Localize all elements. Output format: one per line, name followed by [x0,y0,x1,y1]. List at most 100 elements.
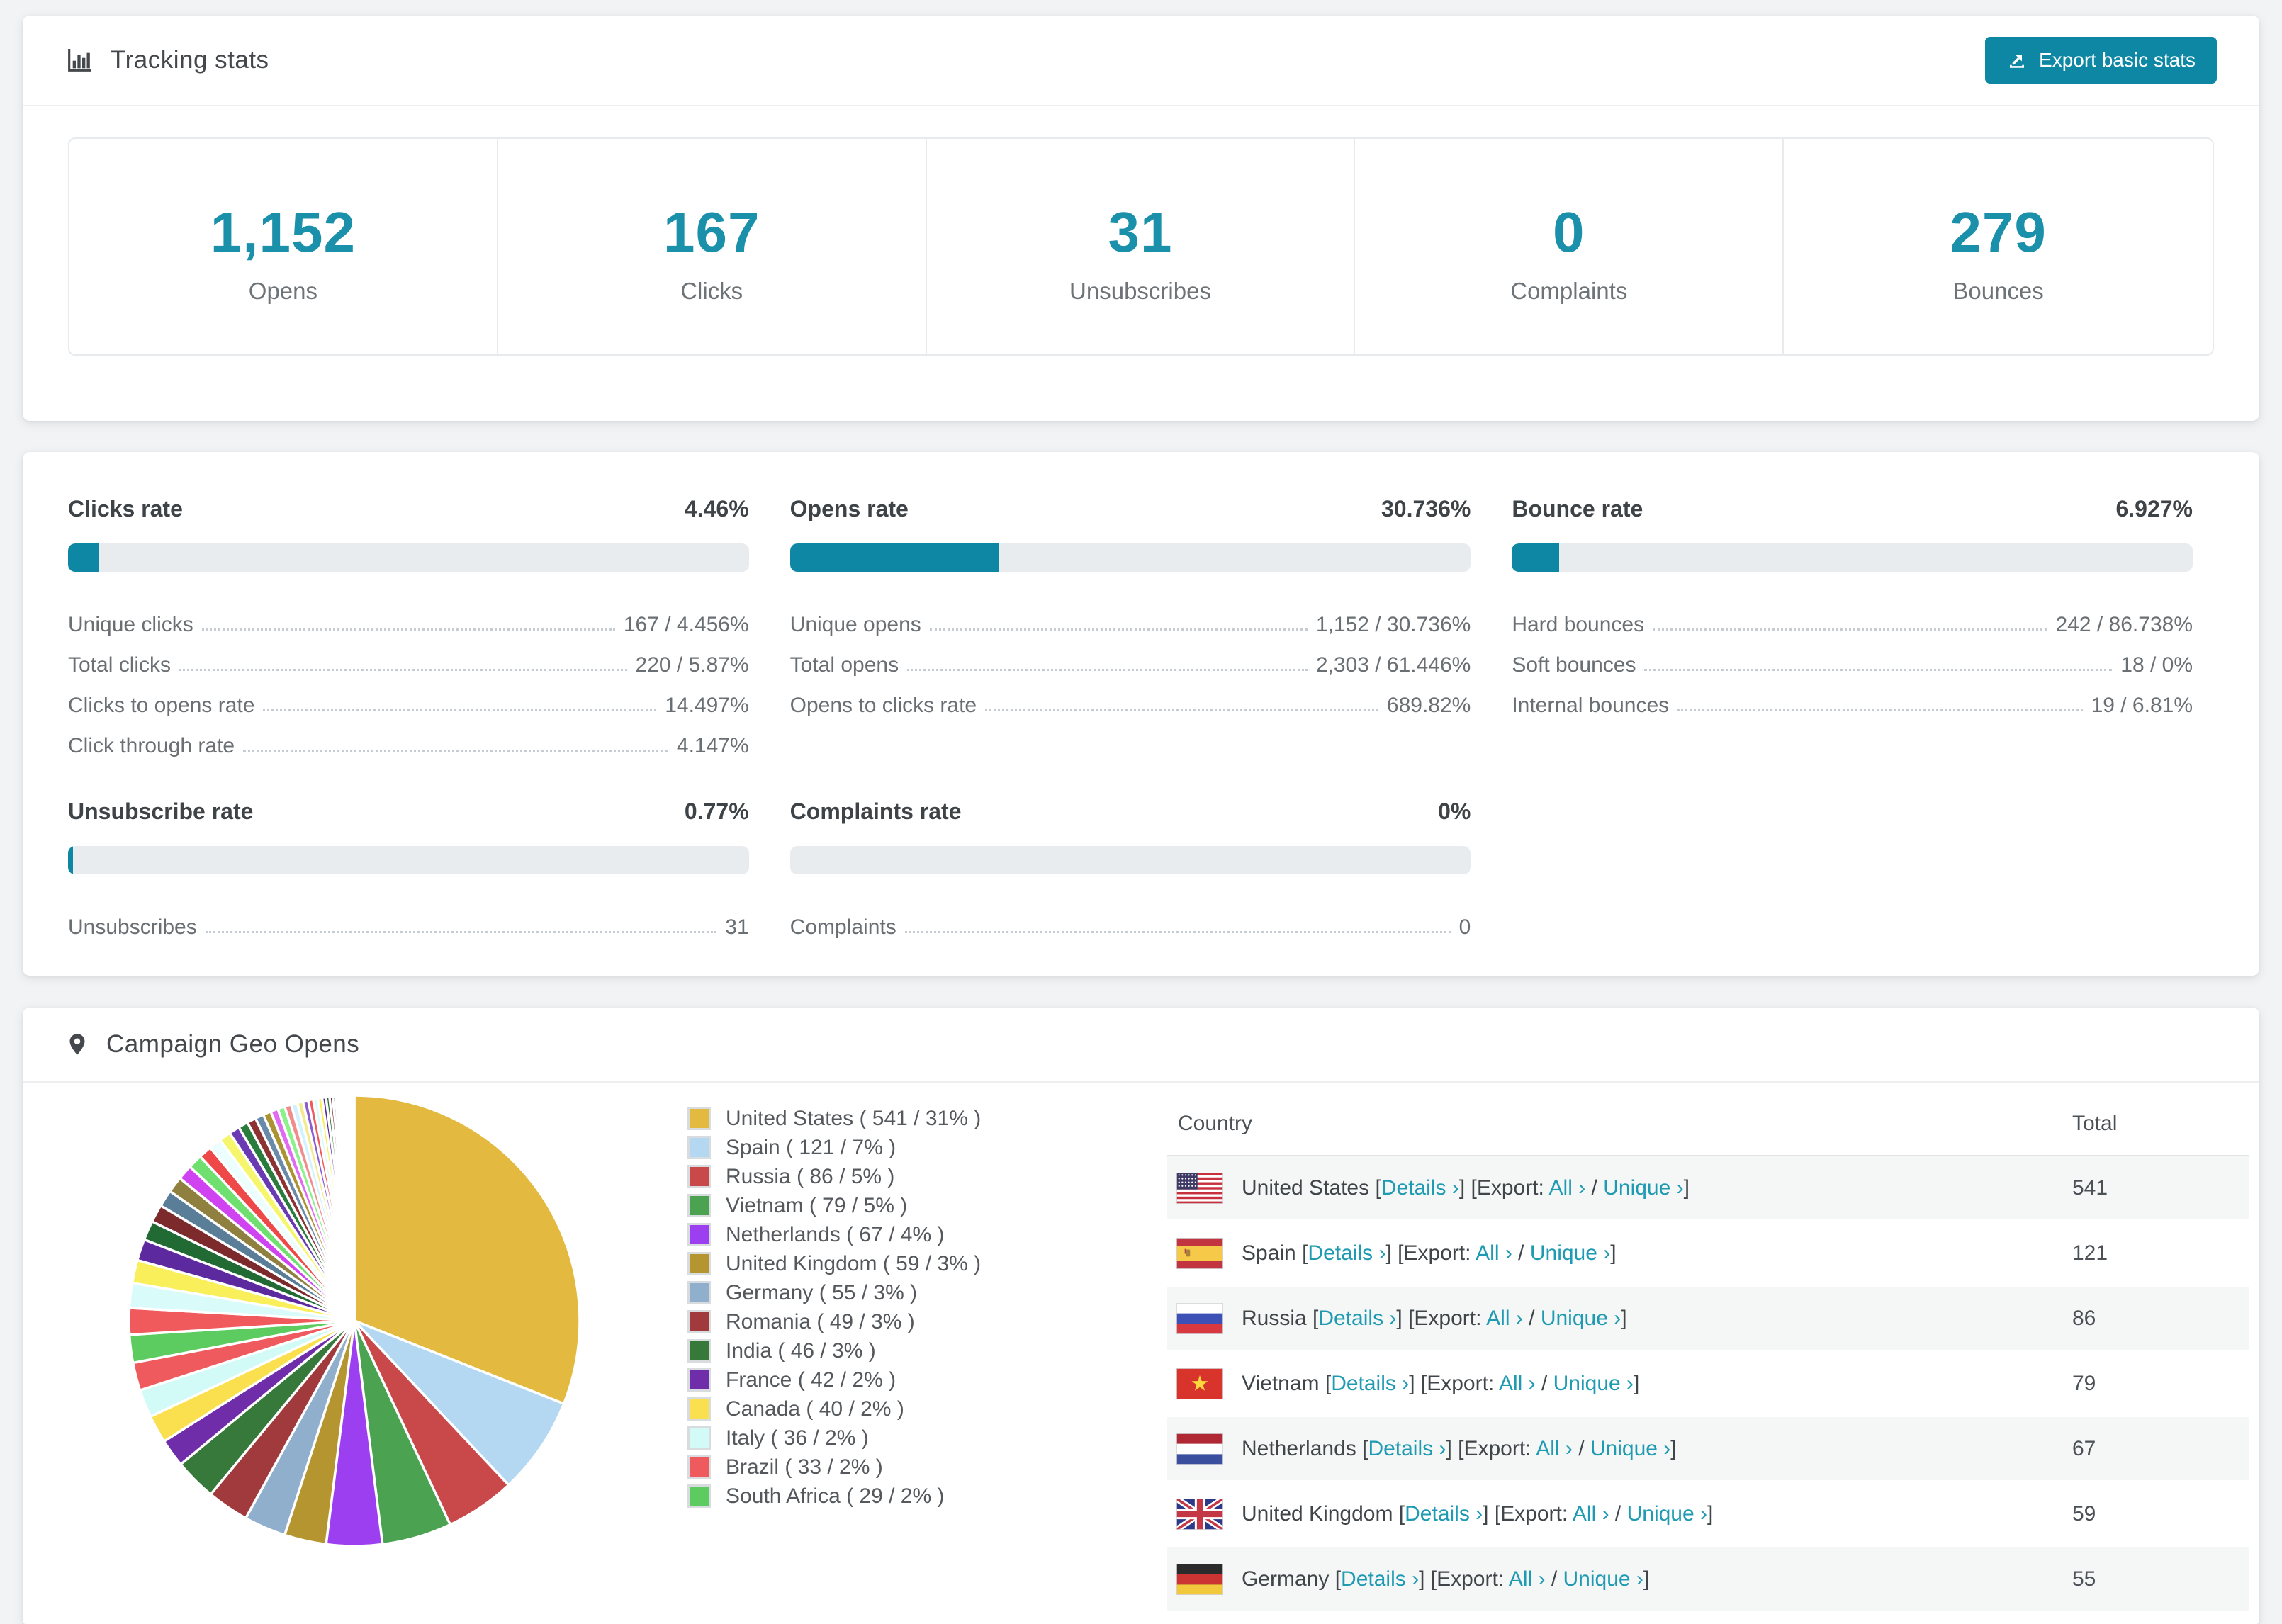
legend-label: France ( 42 / 2% ) [726,1368,896,1392]
rate-title: Bounce rate [1512,496,1643,521]
progress-bar-unsubscribe-rate [68,846,749,874]
dotted-leader [985,709,1378,711]
legend-label: United Kingdom ( 59 / 3% ) [726,1251,982,1275]
legend-item-vietnam: Vietnam ( 79 / 5% ) [687,1191,981,1220]
details-link-germany[interactable]: Details › [1341,1567,1419,1591]
rate-row-value: 0 [1458,915,1471,939]
rate-row-soft-bounces: Soft bounces 18 / 0% [1512,636,2193,677]
legend-swatch [687,1397,711,1421]
details-link-united-kingdom[interactable]: Details › [1405,1502,1483,1526]
export-unique-link-russia[interactable]: Unique › [1541,1307,1621,1330]
rate-row-label: Clicks to opens rate [68,694,255,717]
export-unique-link-germany[interactable]: Unique › [1563,1567,1643,1591]
legend-item-united-kingdom: United Kingdom ( 59 / 3% ) [687,1249,981,1278]
rate-row-label: Click through rate [68,734,235,757]
rate-title-row-unsubscribe-rate: Unsubscribe rate 0.77% [68,799,749,825]
legend-item-south-africa: South Africa ( 29 / 2% ) [687,1482,981,1511]
export-icon [2006,50,2028,71]
details-link-vietnam[interactable]: Details › [1331,1372,1409,1395]
dotted-leader [904,931,1451,933]
details-link-united-states[interactable]: Details › [1381,1176,1459,1200]
progress-bar-fill [1512,543,1559,572]
geo-pie-chart [128,1094,581,1547]
dotted-leader [929,628,1308,631]
rate-row-click-through-rate: Click through rate 4.147% [68,717,749,757]
geo-table: Country Total United States [Details ›] … [1167,1093,2249,1613]
legend-item-united-states: United States ( 541 / 31% ) [687,1104,981,1133]
total-cell-vietnam: 79 [2072,1371,2096,1395]
rate-row-label: Internal bounces [1512,694,1670,717]
rate-row-opens-to-clicks-rate: Opens to clicks rate 689.82% [790,677,1471,717]
export-all-link-germany[interactable]: All › [1509,1567,1546,1591]
export-unique-link-united-kingdom[interactable]: Unique › [1627,1502,1707,1526]
summary-value-clicks: 167 [663,201,760,264]
details-link-netherlands[interactable]: Details › [1368,1437,1446,1460]
rate-row-total-clicks: Total clicks 220 / 5.87% [68,636,749,677]
rate-row-label: Complaints [789,915,896,939]
country-cell-united-kingdom: United Kingdom [Details ›] [Export: All … [1242,1501,1714,1526]
legend-swatch [687,1223,711,1246]
export-unique-link-vietnam[interactable]: Unique › [1553,1372,1634,1395]
geo-table-row-vietnam: Vietnam [Details ›] [Export: All › / Uni… [1167,1352,2249,1417]
export-all-link-united-states[interactable]: All › [1549,1176,1586,1200]
legend-label: Canada ( 40 / 2% ) [726,1397,904,1421]
export-basic-stats-button[interactable]: Export basic stats [1985,37,2217,84]
legend-item-india: India ( 46 / 3% ) [687,1336,981,1365]
rate-row-unique-clicks: Unique clicks 167 / 4.456% [68,596,749,636]
rate-title: Unsubscribe rate [68,799,254,824]
export-all-link-netherlands[interactable]: All › [1536,1437,1573,1460]
tracking-stats-title: Tracking stats [111,46,269,74]
export-all-link-united-kingdom[interactable]: All › [1573,1502,1609,1526]
geo-opens-title: Campaign Geo Opens [106,1030,360,1058]
summary-box-opens: 1,152 Opens [69,139,498,354]
rate-value: 0% [1438,799,1471,824]
geo-opens-card: Campaign Geo Opens United States ( 541 /… [23,1008,2259,1624]
legend-swatch [687,1165,711,1188]
export-all-link-russia[interactable]: All › [1486,1307,1523,1330]
rate-row-complaints: Complaints 0 [790,898,1471,939]
geo-table-header: Country Total [1167,1093,2249,1156]
rate-row-label: Total clicks [68,653,172,677]
flag-es-icon [1176,1237,1223,1269]
total-column-header: Total [2072,1112,2118,1135]
geo-opens-content: United States ( 541 / 31% ) Spain ( 121 /… [23,1083,2259,1613]
rate-row-value: 14.497% [665,694,749,717]
export-unique-link-united-states[interactable]: Unique › [1603,1176,1683,1200]
rate-row-value: 167 / 4.456% [623,613,749,636]
rate-rows: Unique clicks 167 / 4.456% Total clicks 220… [68,596,749,757]
rate-value: 30.736% [1381,496,1471,521]
rate-block-complaints-rate: Complaints rate 0% Complaints 0 [789,799,1471,939]
legend-label: Spain ( 121 / 7% ) [726,1135,896,1159]
total-cell-germany: 55 [2072,1567,2096,1591]
progress-bar-opens-rate [789,543,1471,572]
legend-swatch [687,1455,711,1479]
legend-item-netherlands: Netherlands ( 67 / 4% ) [687,1220,981,1249]
rates-row-2: Unsubscribe rate 0.77% Unsubscribes 31 Compl… [68,799,2193,939]
summary-value-bounces: 279 [1950,201,2047,264]
rate-block-unsubscribe-rate: Unsubscribe rate 0.77% Unsubscribes 31 [68,799,749,939]
rate-row-label: Total opens [789,653,899,677]
geo-table-row-spain: Spain [Details ›] [Export: All › / Uniqu… [1167,1222,2249,1287]
summary-box-bounces: 279 Bounces [1784,139,2213,354]
export-all-link-vietnam[interactable]: All › [1499,1372,1536,1395]
details-link-spain[interactable]: Details › [1308,1241,1386,1265]
rate-title: Opens rate [789,496,909,521]
legend-item-romania: Romania ( 49 / 3% ) [687,1307,981,1336]
dotted-leader [179,669,627,671]
export-all-link-spain[interactable]: All › [1476,1241,1512,1265]
summary-label-clicks: Clicks [680,278,743,304]
legend-swatch [687,1368,711,1392]
flag-ru-icon [1176,1302,1223,1334]
legend-swatch [687,1136,711,1159]
details-link-russia[interactable]: Details › [1318,1307,1396,1330]
tracking-stats-card: Tracking stats Export basic stats 1,152 O… [23,16,2259,421]
export-unique-link-netherlands[interactable]: Unique › [1590,1437,1670,1460]
legend-label: Brazil ( 33 / 2% ) [726,1455,883,1479]
legend-label: Vietnam ( 79 / 5% ) [726,1193,908,1217]
country-column-header: Country [1178,1112,1253,1135]
dotted-leader [1644,669,2113,671]
rate-rows: Hard bounces 242 / 86.738% Soft bounces 18 … [1512,596,2193,717]
rate-rows: Complaints 0 [790,898,1471,939]
legend-swatch [687,1281,711,1304]
export-unique-link-spain[interactable]: Unique › [1530,1241,1610,1265]
